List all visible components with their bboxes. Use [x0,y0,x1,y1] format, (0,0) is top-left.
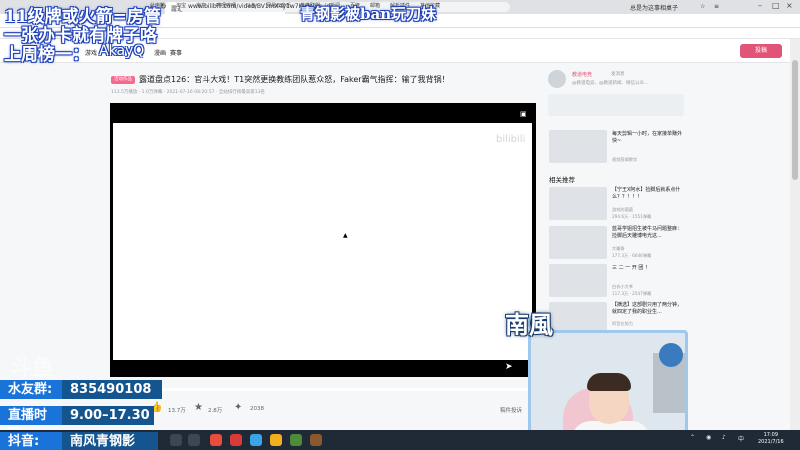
scrollbar-thumb[interactable] [792,60,798,180]
related-title[interactable]: 【摘选】这部剧只用了两分钟，就四定了我的职业生... [612,302,682,316]
up-name[interactable]: 教道电竞 [572,71,592,78]
related-author[interactable]: 大雕哥 [612,246,625,252]
video-meta: 113.5万播放 · 1.0万弹幕 · 2021-07-16 08:20:57 … [111,90,265,95]
related-author[interactable]: 游戏的菌菌 [612,207,633,213]
report-link[interactable]: 稿件投诉 [500,406,522,414]
video-screen[interactable] [113,123,532,360]
close-window-icon[interactable]: × [786,1,793,10]
up-description: @教道电竞、@教道新闻、微信公众... [572,81,649,86]
webcam-person-hair [587,373,631,391]
related-author[interactable]: 白衣小大爷 [612,284,633,290]
douyin-label: 抖音: [0,432,62,450]
menu-icon[interactable]: ≡ [714,3,719,10]
task-view-icon[interactable] [188,434,200,446]
video-title: 露道盘点126：官斗大戏！T1突然更换教练团队惹众怒，Faker霸气指挥：输了我… [139,75,450,84]
bookmark-item[interactable]: 京东 [196,2,206,9]
message-button[interactable]: 发消息 [611,71,625,77]
app-icon[interactable] [230,434,242,446]
post-button[interactable]: 投稿 [740,44,782,58]
app-icon[interactable] [290,434,302,446]
tray-up-icon[interactable]: ⌃ [690,434,695,441]
related-thumbnail[interactable] [549,264,607,297]
related-stats: 294.6万 · 1551弹幕 [612,214,652,219]
volume-icon[interactable]: ♪ [722,434,726,441]
clock-time: 17:09 [763,432,779,438]
nav-matches[interactable]: 赛事 [170,48,182,57]
search-icon[interactable] [170,434,182,446]
related-title[interactable]: 【宁王X阿水】捡脚后就系点什么？？！！！ [612,187,682,201]
ad-sub: 视频剪辑教学 [612,157,638,162]
network-icon[interactable]: ◉ [706,434,711,441]
overlay-top-fan: AkayQ [99,43,145,59]
fan-group-label: 水友群: [0,380,62,399]
taskbar-clock[interactable]: 17:09 2021/7/16 [758,432,784,446]
related-title[interactable]: 三 二 一 开 团 ！ [612,265,682,272]
bilibili-watermark: bilibili [496,134,526,145]
overlay-top-right: 青钢影被ban玩刀妹 [300,5,437,23]
coin-icon[interactable]: ★ [194,402,203,413]
related-stats: 177.3万 · 6646弹幕 [612,253,652,258]
related-title[interactable]: 蓝哥学姐招生被牛马问题整麻：捡脚后天雕博电光这... [612,226,682,240]
info-divider [162,388,532,391]
overlay-line3: 上周榜一： [4,45,89,65]
bookmark-item[interactable]: 哔哩哔哩 [216,2,236,9]
webcam-logo: 南風 [505,310,553,339]
clock-date: 2021/7/16 [758,439,784,445]
douyin-value: 南风青钢影 [62,432,158,450]
bookmark-item[interactable]: 斗鱼 [246,2,256,9]
related-heading: 相关推荐 [549,176,575,184]
related-author[interactable]: 阿哲在努力 [612,321,633,327]
coin-count: 2.8万 [208,408,223,414]
bookmark-item[interactable]: 网易云音乐 [266,2,291,9]
related-thumbnail[interactable] [549,226,607,259]
ad-title[interactable]: 每天剪辑一小时，在家接单赚外快~ [612,131,682,145]
addr-hint[interactable]: 总是为这事相桌子 [630,3,678,12]
browser-icon[interactable] [250,434,262,446]
favorite-count: 2038 [250,406,264,412]
favorite-icon[interactable]: ✦ [234,402,242,413]
charge-panel[interactable] [548,94,684,116]
game-icon[interactable] [310,434,322,446]
douyu-watermark: 斗鱼 [10,356,55,381]
bookmark-item[interactable]: 淘宝 [176,2,186,9]
loading-icon: ▲ [343,232,348,239]
related-thumbnail[interactable] [549,187,607,220]
up-avatar[interactable] [548,70,566,88]
ime-icon[interactable]: 中 [738,434,744,443]
video-tag: 活动作品 [111,76,135,84]
maximize-icon[interactable]: □ [772,1,780,10]
stream-time-value: 9.00–17.30 [62,406,154,425]
nav-comics[interactable]: 漫画 [154,48,166,57]
pip-icon[interactable]: ▣ [520,110,527,118]
star-icon[interactable]: ☆ [700,3,705,10]
webcam-feed [528,330,688,446]
app-icon[interactable] [270,434,282,446]
webcam-globe [659,343,683,367]
ad-thumbnail[interactable] [549,130,607,163]
fan-group-value: 835490108 [62,380,162,399]
mouse-cursor-icon: ➤ [505,362,513,372]
stream-time-label: 直播时间: [0,406,62,442]
like-count: 13.7万 [168,408,186,414]
minimize-icon[interactable]: – [758,1,762,10]
related-stats: 117.3万 · 2547弹幕 [612,291,652,296]
app-icon[interactable] [210,434,222,446]
